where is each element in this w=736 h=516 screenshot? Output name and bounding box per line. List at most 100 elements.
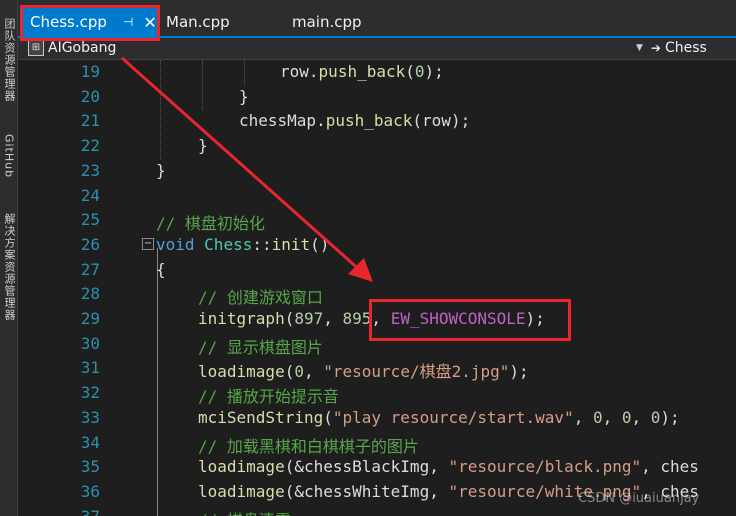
code-token: loadimage — [198, 457, 285, 477]
collapse-icon[interactable]: − — [142, 238, 154, 250]
code-token: , — [631, 407, 651, 427]
code-line: 31 loadimage(0, "resource/棋盘2.jpg"); — [18, 356, 736, 381]
code-token: , — [303, 362, 324, 382]
line-number: 30 — [80, 333, 100, 353]
code-token: ); — [660, 407, 680, 427]
line-number: 25 — [80, 210, 100, 230]
scope-arrow-icon: ➔ — [650, 41, 661, 55]
code-line: 33 mciSendString("play resource/start.wa… — [18, 406, 736, 431]
code-token: (& — [284, 481, 304, 501]
code-line: 21 chessMap.push_back(row); — [18, 109, 736, 134]
tab-main-cpp[interactable]: main.cpp — [284, 8, 404, 36]
code-token: , — [429, 457, 449, 477]
line-number: 20 — [80, 86, 100, 106]
side-tab-label: 团队资源管理器 — [3, 18, 16, 102]
side-tab-github[interactable]: GitHub — [0, 126, 18, 186]
scope-name: Chess — [664, 40, 707, 56]
chevron-down-icon: ▼ — [636, 43, 643, 53]
code-comment: // 加载黑棋和白棋棋子的图片 — [198, 436, 419, 456]
code-token: , — [323, 309, 343, 328]
code-token: , — [602, 407, 622, 427]
code-comment: // 显示棋盘图片 — [198, 337, 323, 357]
code-line: 23 } — [18, 159, 736, 184]
line-number: 29 — [80, 309, 100, 328]
project-icon: ⊞ — [28, 40, 44, 56]
code-token: void — [156, 234, 195, 254]
side-tab-solution-explorer[interactable]: 解决方案资源管理器 — [0, 192, 18, 342]
code-comment: // 棋盘清零 — [198, 507, 291, 516]
line-number: 23 — [80, 160, 100, 180]
code-token: push_back — [325, 111, 413, 131]
code-editor[interactable]: 19 row.push_back(0); 20 } 21 chessMap.pu… — [18, 60, 736, 516]
code-line: 20 } — [18, 85, 736, 110]
code-comment: // 棋盘初始化 — [156, 214, 265, 234]
annotation-box-tab — [20, 5, 160, 41]
code-token: mciSendString — [198, 407, 324, 427]
code-token: ( — [284, 362, 295, 382]
line-number: 19 — [80, 62, 100, 81]
side-tab-label: 解决方案资源管理器 — [3, 213, 16, 321]
code-line: 35 loadimage(&chessBlackImg, "resource/b… — [18, 455, 736, 480]
code-comment: // 播放开始提示音 — [198, 387, 339, 407]
line-number: 22 — [80, 136, 100, 156]
code-token: } — [156, 160, 166, 180]
code-token: 0 — [592, 407, 603, 427]
code-line: 32 // 播放开始提示音 — [18, 381, 736, 406]
code-token: ches — [660, 457, 699, 477]
line-number: 32 — [80, 383, 100, 403]
code-token: , — [429, 481, 449, 501]
code-token: 0 — [294, 362, 304, 382]
side-tab-team-explorer[interactable]: 团队资源管理器 — [0, 0, 18, 120]
code-token: ( — [323, 407, 333, 427]
code-token: , — [573, 407, 593, 427]
line-number: 28 — [80, 284, 100, 304]
line-number: 36 — [80, 481, 100, 501]
line-number: 24 — [80, 185, 100, 205]
code-token: 0 — [650, 407, 661, 427]
navigation-bar: ⊞ AIGobang ▼ ➔ Chess — [18, 38, 736, 60]
scope-dropdown[interactable]: ▼ ➔ Chess — [636, 40, 707, 56]
code-token: Chess — [204, 234, 253, 254]
line-number: 34 — [80, 432, 100, 452]
line-number: 26 — [80, 234, 100, 254]
code-token: ( — [284, 309, 295, 328]
code-line: 27 { — [18, 258, 736, 283]
code-token: chessMap — [239, 111, 317, 131]
code-line: 22 } — [18, 134, 736, 159]
code-line: 25 // 棋盘初始化 — [18, 208, 736, 233]
code-token: "resource/black.png" — [448, 457, 642, 477]
code-token: "resource/棋盘2.jpg" — [323, 362, 510, 382]
project-name: AIGobang — [48, 40, 117, 56]
code-token: 895 — [342, 309, 372, 328]
project-dropdown[interactable]: ⊞ AIGobang — [28, 40, 116, 56]
line-number: 33 — [80, 407, 100, 427]
code-token: (row); — [412, 111, 471, 131]
line-number: 27 — [80, 259, 100, 279]
code-token: loadimage — [198, 481, 285, 501]
code-token: } — [239, 86, 249, 106]
code-token: ); — [424, 62, 444, 81]
code-token: "play resource/start.wav" — [332, 407, 574, 427]
code-token: { — [156, 259, 166, 279]
tab-man-cpp[interactable]: Man.cpp — [158, 8, 278, 36]
tab-label: Man.cpp — [166, 13, 230, 31]
code-token: , — [641, 457, 661, 477]
line-number: 31 — [80, 358, 100, 378]
code-token: chessBlackImg — [303, 457, 430, 477]
code-token: 897 — [294, 309, 324, 328]
annotation-box-macro — [369, 299, 571, 341]
code-line: 37 // 棋盘清零 — [18, 505, 736, 516]
code-line: 19 row.push_back(0); — [18, 60, 736, 85]
code-token: loadimage — [198, 362, 285, 382]
line-number: 21 — [80, 111, 100, 131]
code-token: . — [316, 111, 326, 131]
watermark: CSDN @iuaiuanjay — [578, 491, 700, 506]
code-token: initgraph — [198, 309, 285, 328]
code-line: 26 void Chess::init() — [18, 233, 736, 258]
code-token: 0 — [621, 407, 632, 427]
side-tab-label: GitHub — [2, 133, 16, 179]
code-token: ( — [405, 62, 415, 81]
side-tool-strip: 团队资源管理器 GitHub 解决方案资源管理器 — [0, 0, 18, 516]
code-line: 24 — [18, 184, 736, 209]
line-number: 35 — [80, 457, 100, 477]
